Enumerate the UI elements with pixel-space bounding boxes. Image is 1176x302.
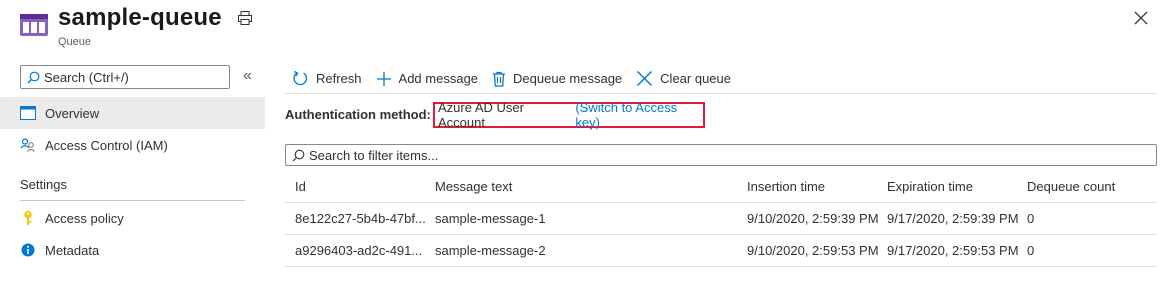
- auth-method-value: Azure AD User Account: [438, 100, 524, 130]
- clear-queue-button[interactable]: Clear queue: [636, 67, 731, 91]
- command-bar: Refresh Add message Dequeue message Clea…: [285, 64, 1157, 94]
- people-icon: [20, 137, 36, 153]
- cell-message-text: sample-message-1: [435, 211, 546, 226]
- clear-icon: [637, 71, 653, 86]
- cell-message-text: sample-message-2: [435, 243, 546, 258]
- sidebar-item-access-policy[interactable]: Access policy: [0, 202, 265, 234]
- search-icon: [292, 149, 305, 161]
- search-icon: [27, 71, 40, 83]
- clear-queue-label: Clear queue: [660, 71, 731, 86]
- messages-table: Id Message text Insertion time Expiratio…: [285, 171, 1157, 267]
- collapse-sidebar-icon[interactable]: «: [243, 68, 252, 84]
- page-subtitle: Queue: [58, 36, 92, 48]
- print-icon[interactable]: [237, 10, 253, 26]
- cell-dequeue-count: 0: [1027, 211, 1035, 226]
- section-divider: [20, 200, 245, 201]
- dequeue-message-label: Dequeue message: [513, 71, 623, 86]
- plus-icon: [376, 71, 391, 86]
- sidebar-search-box[interactable]: [20, 65, 230, 89]
- cell-id: 8e122c27-5b4b-47bf...: [295, 211, 426, 226]
- sidebar-item-access-control[interactable]: Access Control (IAM): [0, 129, 265, 161]
- sidebar-item-label: Access Control (IAM): [45, 137, 168, 153]
- sidebar-item-label: Access policy: [45, 210, 124, 226]
- queue-icon: [20, 14, 48, 36]
- column-header-id[interactable]: Id: [295, 171, 435, 203]
- key-icon: [20, 210, 36, 226]
- column-header-dequeue-count[interactable]: Dequeue count: [1027, 171, 1157, 203]
- table-row[interactable]: a9296403-ad2c-491... sample-message-2 9/…: [285, 235, 1157, 267]
- dequeue-message-button[interactable]: Dequeue message: [492, 67, 622, 91]
- info-icon: [20, 242, 36, 258]
- table-row[interactable]: 8e122c27-5b4b-47bf... sample-message-1 9…: [285, 203, 1157, 235]
- sidebar-search-input[interactable]: [44, 69, 214, 85]
- sidebar-item-label: Overview: [45, 105, 100, 121]
- cell-insertion-time: 9/10/2020, 2:59:53 PM: [747, 243, 879, 258]
- switch-to-access-key-link[interactable]: (Switch to Access key): [575, 100, 703, 130]
- cell-expiration-time: 9/17/2020, 2:59:53 PM: [887, 243, 1019, 258]
- table-header-row: Id Message text Insertion time Expiratio…: [285, 171, 1157, 203]
- overview-icon: [20, 105, 36, 121]
- refresh-label: Refresh: [316, 71, 362, 86]
- add-message-button[interactable]: Add message: [376, 67, 479, 91]
- page-title: sample-queue: [58, 4, 222, 31]
- sidebar-item-metadata[interactable]: Metadata: [0, 234, 265, 266]
- auth-method-label: Authentication method:: [285, 107, 431, 122]
- cell-insertion-time: 9/10/2020, 2:59:39 PM: [747, 211, 879, 226]
- trash-icon: [493, 71, 506, 87]
- column-header-insertion-time[interactable]: Insertion time: [747, 171, 887, 203]
- filter-box[interactable]: [285, 144, 1157, 166]
- cell-dequeue-count: 0: [1027, 243, 1035, 258]
- close-icon[interactable]: [1133, 10, 1149, 26]
- filter-input[interactable]: [309, 147, 1129, 163]
- cell-expiration-time: 9/17/2020, 2:59:39 PM: [887, 211, 1019, 226]
- settings-section-header: Settings: [20, 177, 67, 192]
- refresh-icon: [293, 70, 308, 86]
- add-message-label: Add message: [398, 71, 479, 86]
- auth-method-highlight: Azure AD User Account (Switch to Access …: [433, 100, 705, 130]
- sidebar-item-overview[interactable]: Overview: [0, 97, 265, 129]
- cell-id: a9296403-ad2c-491...: [295, 243, 423, 258]
- refresh-button[interactable]: Refresh: [292, 67, 362, 91]
- column-header-expiration-time[interactable]: Expiration time: [887, 171, 1027, 203]
- column-header-message-text[interactable]: Message text: [435, 171, 735, 203]
- sidebar-item-label: Metadata: [45, 242, 100, 258]
